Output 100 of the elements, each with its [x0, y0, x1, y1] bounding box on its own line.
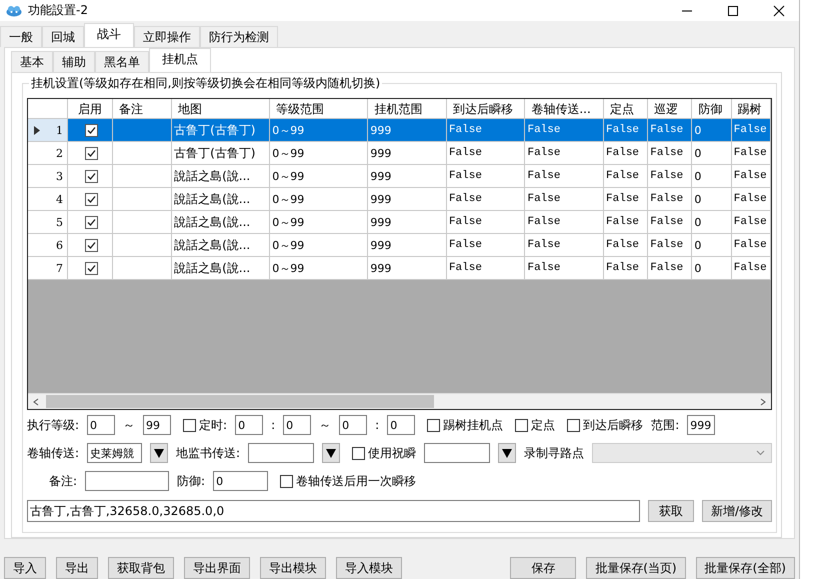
checkbox[interactable] — [280, 474, 294, 488]
checkbox[interactable] — [567, 418, 580, 432]
maximize-icon[interactable] — [727, 4, 739, 16]
checkbox-label: 到达后瞬移 — [583, 416, 644, 434]
scroll-left-icon[interactable] — [32, 398, 40, 406]
row-header[interactable]: 6 — [28, 234, 68, 257]
save-button[interactable]: 保存 — [510, 557, 576, 579]
checkbox[interactable] — [183, 418, 196, 432]
checkbox[interactable] — [84, 124, 98, 136]
table-cell: 999 — [368, 188, 447, 211]
table-cell: False — [604, 188, 648, 211]
tab[interactable]: 挂机点 — [149, 48, 211, 72]
row-number: 4 — [56, 192, 63, 206]
input-field[interactable]: 0 — [235, 415, 264, 435]
tab[interactable]: 回城 — [42, 26, 84, 47]
separator-text: ～ — [123, 416, 136, 434]
table-cell: False — [648, 211, 692, 234]
tab[interactable]: 辅助 — [53, 51, 95, 72]
column-header[interactable]: 防御 — [692, 99, 732, 119]
input-field[interactable]: 史莱姆競 — [87, 443, 142, 463]
tab[interactable]: 一般 — [0, 26, 42, 47]
action-button[interactable]: 新增/修改 — [702, 500, 772, 522]
input-field[interactable]: 0 — [213, 471, 268, 491]
row-number: 1 — [56, 124, 63, 136]
column-header[interactable]: 巡逻 — [648, 99, 692, 119]
table-cell: False — [525, 234, 604, 257]
table-cell: 999 — [368, 211, 447, 234]
toolbar-button[interactable]: 导出模块 — [260, 557, 326, 579]
column-header[interactable]: 备注 — [113, 99, 172, 119]
input-field[interactable]: 0 — [339, 415, 368, 435]
tab[interactable]: 防行为检测 — [200, 26, 278, 47]
table-cell: 0～99 — [270, 142, 368, 165]
input-field[interactable]: 0 — [387, 415, 416, 435]
row-header[interactable]: 1 — [28, 119, 68, 142]
toolbar-button[interactable]: 获取背包 — [108, 557, 174, 579]
input-field[interactable]: 99 — [143, 415, 172, 435]
save-button[interactable]: 批量保存(全部) — [696, 557, 795, 579]
table-cell: False — [525, 257, 604, 280]
table-cell: 0 — [692, 211, 732, 234]
table-cell: 0 — [692, 188, 732, 211]
field-label: 备注: — [49, 472, 78, 490]
action-button[interactable]: 获取 — [648, 500, 694, 522]
checkbox[interactable] — [427, 418, 440, 432]
checkbox[interactable] — [84, 146, 98, 160]
row-header[interactable]: 5 — [28, 211, 68, 234]
column-header[interactable]: 地图 — [172, 99, 270, 119]
column-header[interactable]: 到达后瞬移 — [446, 99, 526, 119]
table-cell: 說話之島(說... — [172, 211, 270, 234]
field-label: 录制寻路点 — [524, 444, 584, 462]
tab[interactable]: 战斗 — [84, 23, 134, 47]
scroll-right-icon[interactable] — [759, 398, 767, 406]
row-number: 3 — [56, 170, 63, 182]
table-cell: 說話之島(說... — [172, 165, 270, 188]
checkbox[interactable] — [352, 446, 366, 460]
checkbox[interactable] — [84, 216, 98, 228]
tab[interactable]: 立即操作 — [134, 26, 200, 47]
table-cell: False — [648, 188, 692, 211]
column-header[interactable]: 等级范围 — [270, 99, 368, 119]
row-header[interactable]: 7 — [28, 257, 68, 280]
table-cell: 999 — [368, 165, 447, 188]
column-header[interactable]: 卷轴传送... — [525, 99, 604, 119]
checkbox[interactable] — [515, 418, 528, 432]
table-cell: False — [446, 211, 526, 234]
toolbar-button[interactable]: 导入模块 — [336, 557, 402, 579]
row-header[interactable]: 4 — [28, 188, 68, 211]
checkbox[interactable] — [84, 238, 98, 252]
table-cell: False — [648, 142, 692, 165]
column-header[interactable]: 挂机范围 — [368, 99, 447, 119]
table-cell: False — [525, 142, 604, 165]
column-header[interactable]: 定点 — [604, 99, 648, 119]
coordinates-field[interactable]: 古鲁丁,古鲁丁,32658.0,32685.0,0 — [27, 500, 640, 522]
column-header[interactable]: 启用 — [68, 99, 114, 119]
table-cell: False — [525, 188, 604, 211]
dropdown-button[interactable] — [150, 443, 168, 463]
input-field[interactable]: 999 — [687, 415, 716, 435]
toolbar-button[interactable]: 导出 — [56, 557, 98, 579]
horizontal-scrollbar[interactable] — [28, 393, 771, 409]
row-header[interactable]: 3 — [28, 165, 68, 188]
dropdown-button[interactable] — [498, 443, 516, 463]
input-field[interactable] — [85, 471, 170, 491]
toolbar-button[interactable]: 导出界面 — [184, 557, 250, 579]
input-field[interactable] — [248, 443, 314, 463]
checkbox[interactable] — [84, 170, 98, 182]
input-field[interactable]: 0 — [87, 415, 116, 435]
toolbar-button[interactable]: 导入 — [4, 557, 46, 579]
table-cell: False — [525, 211, 604, 234]
tab[interactable]: 黑名单 — [95, 51, 149, 72]
checkbox[interactable] — [84, 262, 98, 274]
input-field[interactable]: 0 — [283, 415, 312, 435]
row-header[interactable]: 2 — [28, 142, 68, 165]
column-header[interactable]: 踢树 — [732, 99, 771, 119]
save-button[interactable]: 批量保存(当页) — [586, 557, 686, 579]
separator-text: : — [375, 418, 380, 432]
table-cell: False — [648, 165, 692, 188]
close-icon[interactable] — [773, 4, 785, 16]
dropdown-button[interactable] — [322, 443, 340, 463]
input-field[interactable] — [424, 443, 490, 463]
row-number: 7 — [56, 262, 63, 274]
checkbox[interactable] — [84, 192, 98, 206]
tab[interactable]: 基本 — [11, 51, 53, 72]
